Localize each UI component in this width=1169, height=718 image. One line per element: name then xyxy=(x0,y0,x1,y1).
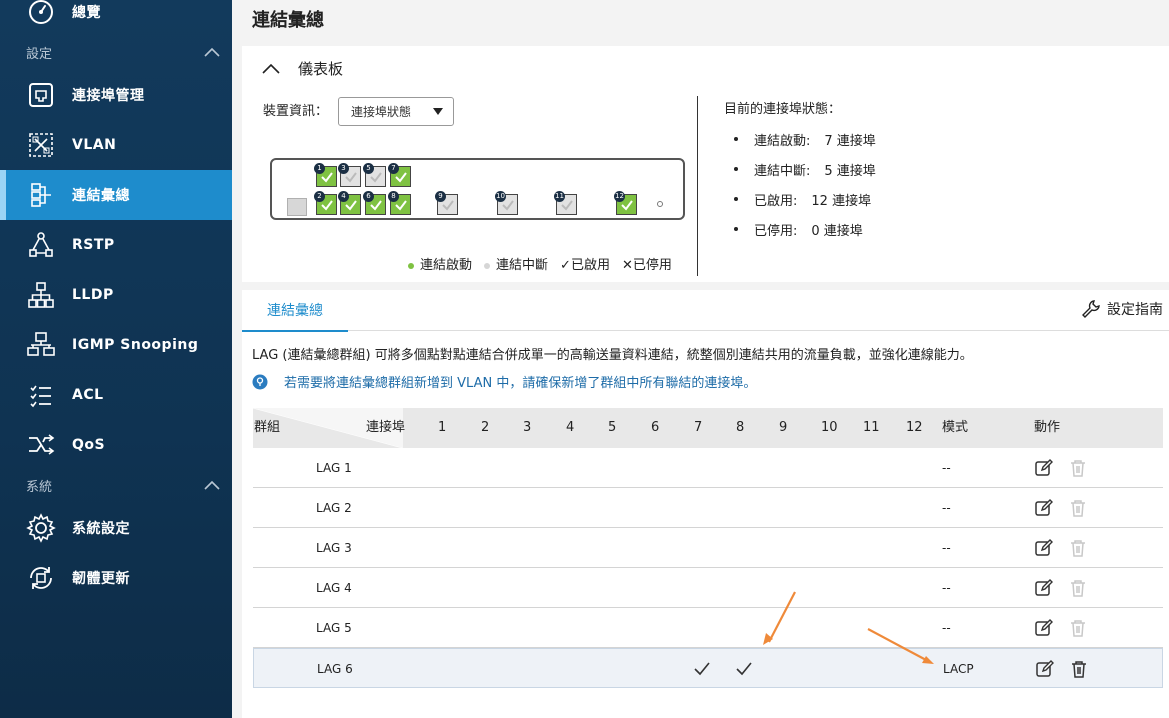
switch-port-5[interactable]: 5 xyxy=(363,163,386,187)
sidebar-item-lldp[interactable]: LLDP xyxy=(0,270,232,320)
checkmark-icon xyxy=(621,200,633,211)
checkmark-icon xyxy=(321,200,333,211)
annotation-arrows xyxy=(763,591,934,664)
sidebar-item-rstp[interactable]: RSTP xyxy=(0,220,232,270)
sidebar-item-vlan[interactable]: VLAN xyxy=(0,120,232,170)
arrow-to-lacp-head xyxy=(922,656,934,664)
sidebar-item-label: 總覽 xyxy=(72,5,101,21)
select-value: 連接埠狀態 xyxy=(351,105,412,119)
legend-disabled: ✕已停用 xyxy=(621,258,672,273)
switch-port-11[interactable]: 11 xyxy=(554,191,577,215)
dashboard-collapse-toggle[interactable]: 儀表板 xyxy=(262,58,343,79)
gear-icon xyxy=(26,513,56,543)
legend-link-up: 連結啟動 xyxy=(408,254,472,273)
arrow-to-port-8-head xyxy=(763,633,773,645)
ethernet-port-icon xyxy=(26,80,56,110)
sidebar-item-port-management[interactable]: 連接埠管理 xyxy=(0,70,232,120)
checkmark-icon xyxy=(345,172,357,183)
switch-port-3[interactable]: 3 xyxy=(338,163,361,187)
x-mark-icon: ✕ xyxy=(621,258,633,273)
arrow-to-port-8 xyxy=(768,591,796,643)
switch-port-4[interactable]: 4 xyxy=(338,191,361,215)
sidebar-item-label: IGMP Snooping xyxy=(72,337,199,353)
sidebar-item-label: QoS xyxy=(72,437,106,453)
checkmark-icon: ✓ xyxy=(560,258,571,273)
acl-list-icon xyxy=(26,380,56,410)
checkmark-icon xyxy=(345,200,357,211)
chevron-up-icon xyxy=(204,480,220,490)
sidebar-item-link-aggregation[interactable]: 連結彙總 xyxy=(0,170,232,220)
power-led xyxy=(657,201,663,207)
sidebar-item-label: LLDP xyxy=(72,287,114,303)
sidebar-item-label: 連結彙總 xyxy=(72,188,130,204)
device-info-label: 裝置資訊： xyxy=(263,104,329,119)
dropdown-arrow-icon xyxy=(433,108,443,115)
lldp-topology-icon xyxy=(26,280,56,310)
checkmark-icon xyxy=(395,172,407,183)
settings-section-header[interactable]: 設定 xyxy=(0,37,232,67)
port-status-title: 目前的連接埠狀態： xyxy=(724,102,842,117)
sidebar: 總覽 設定 連接埠管理 VLAN 連結彙總 RSTP LLDP IGMP Sno… xyxy=(0,0,232,718)
status-item: 已停用: 0 連接埠 xyxy=(734,214,876,244)
checkmark-icon xyxy=(370,200,382,211)
switch-port-12[interactable]: 12 xyxy=(614,191,637,215)
sidebar-item-label: 系統設定 xyxy=(72,521,130,537)
port-status-list: 連結啟動: 7 連接埠 連結中斷: 5 連接埠 已啟用: 12 連接埠 已停用: 0 連… xyxy=(734,124,876,244)
status-item: 連結啟動: 7 連接埠 xyxy=(734,124,876,154)
sidebar-item-igmp-snooping[interactable]: IGMP Snooping xyxy=(0,320,232,370)
sidebar-item-firmware-update[interactable]: 韌體更新 xyxy=(0,553,232,603)
legend-enabled: ✓已啟用 xyxy=(560,258,610,273)
sidebar-item-qos[interactable]: QoS xyxy=(0,420,232,470)
checkmark-icon xyxy=(395,200,407,211)
switch-port-2[interactable]: 2 xyxy=(314,191,337,215)
qos-icon xyxy=(26,430,56,460)
checkmark-icon xyxy=(561,200,573,211)
igmp-snooping-icon xyxy=(26,330,56,360)
link-aggregation-icon xyxy=(26,180,56,210)
switch-port-1[interactable]: 1 xyxy=(314,163,337,187)
system-section-header[interactable]: 系統 xyxy=(0,470,232,500)
arrow-to-lacp xyxy=(867,628,929,662)
section-label: 設定 xyxy=(26,46,53,62)
sidebar-item-label: 連接埠管理 xyxy=(72,88,145,104)
chevron-up-icon xyxy=(262,63,280,74)
rstp-tree-icon xyxy=(26,230,56,260)
checkmark-icon xyxy=(442,200,454,211)
port-legend: 連結啟動 連結中斷 ✓已啟用 ✕已停用 xyxy=(408,254,672,273)
dashboard-title: 儀表板 xyxy=(298,60,344,78)
vlan-icon xyxy=(26,130,56,160)
sidebar-item-label: VLAN xyxy=(72,137,117,153)
sidebar-item-label: ACL xyxy=(72,387,104,403)
switch-port-8[interactable]: 8 xyxy=(388,191,411,215)
switch-panel: 1 3 5 7 2 4 6 8 9 10 11 12 xyxy=(270,158,685,220)
device-info-select[interactable]: 連接埠狀態 xyxy=(338,97,454,126)
uplink-port xyxy=(287,198,307,216)
sidebar-item-label: RSTP xyxy=(72,237,115,253)
lag-panel: 連結彙總 設定指南 LAG (連結彙總群組) 可將多個點對點連結合併成單一的高輸… xyxy=(242,290,1169,718)
switch-port-9[interactable]: 9 xyxy=(435,191,458,215)
switch-port-6[interactable]: 6 xyxy=(363,191,386,215)
checkmark-icon xyxy=(321,172,333,183)
page-title: 連結彙總 xyxy=(252,10,324,31)
checkmark-icon xyxy=(370,172,382,183)
section-label: 系統 xyxy=(26,479,53,495)
divider xyxy=(697,96,698,276)
sidebar-item-label: 韌體更新 xyxy=(72,571,130,587)
switch-port-10[interactable]: 10 xyxy=(495,191,518,215)
switch-port-7[interactable]: 7 xyxy=(388,163,411,187)
status-item: 已啟用: 12 連接埠 xyxy=(734,184,876,214)
legend-link-down: 連結中斷 xyxy=(484,254,548,273)
checkmark-icon xyxy=(502,200,514,211)
sidebar-item-acl[interactable]: ACL xyxy=(0,370,232,420)
chevron-up-icon xyxy=(204,47,220,57)
sidebar-item-overview[interactable]: 總覽 xyxy=(0,0,232,37)
sidebar-item-system-settings[interactable]: 系統設定 xyxy=(0,503,232,553)
status-item: 連結中斷: 5 連接埠 xyxy=(734,154,876,184)
firmware-update-icon xyxy=(26,563,56,593)
dashboard-gauge-icon xyxy=(26,0,56,27)
dashboard-panel: 儀表板 裝置資訊： 連接埠狀態 1 3 5 7 2 4 6 8 9 10 11 12 連結啟動 連結中… xyxy=(242,46,1169,282)
